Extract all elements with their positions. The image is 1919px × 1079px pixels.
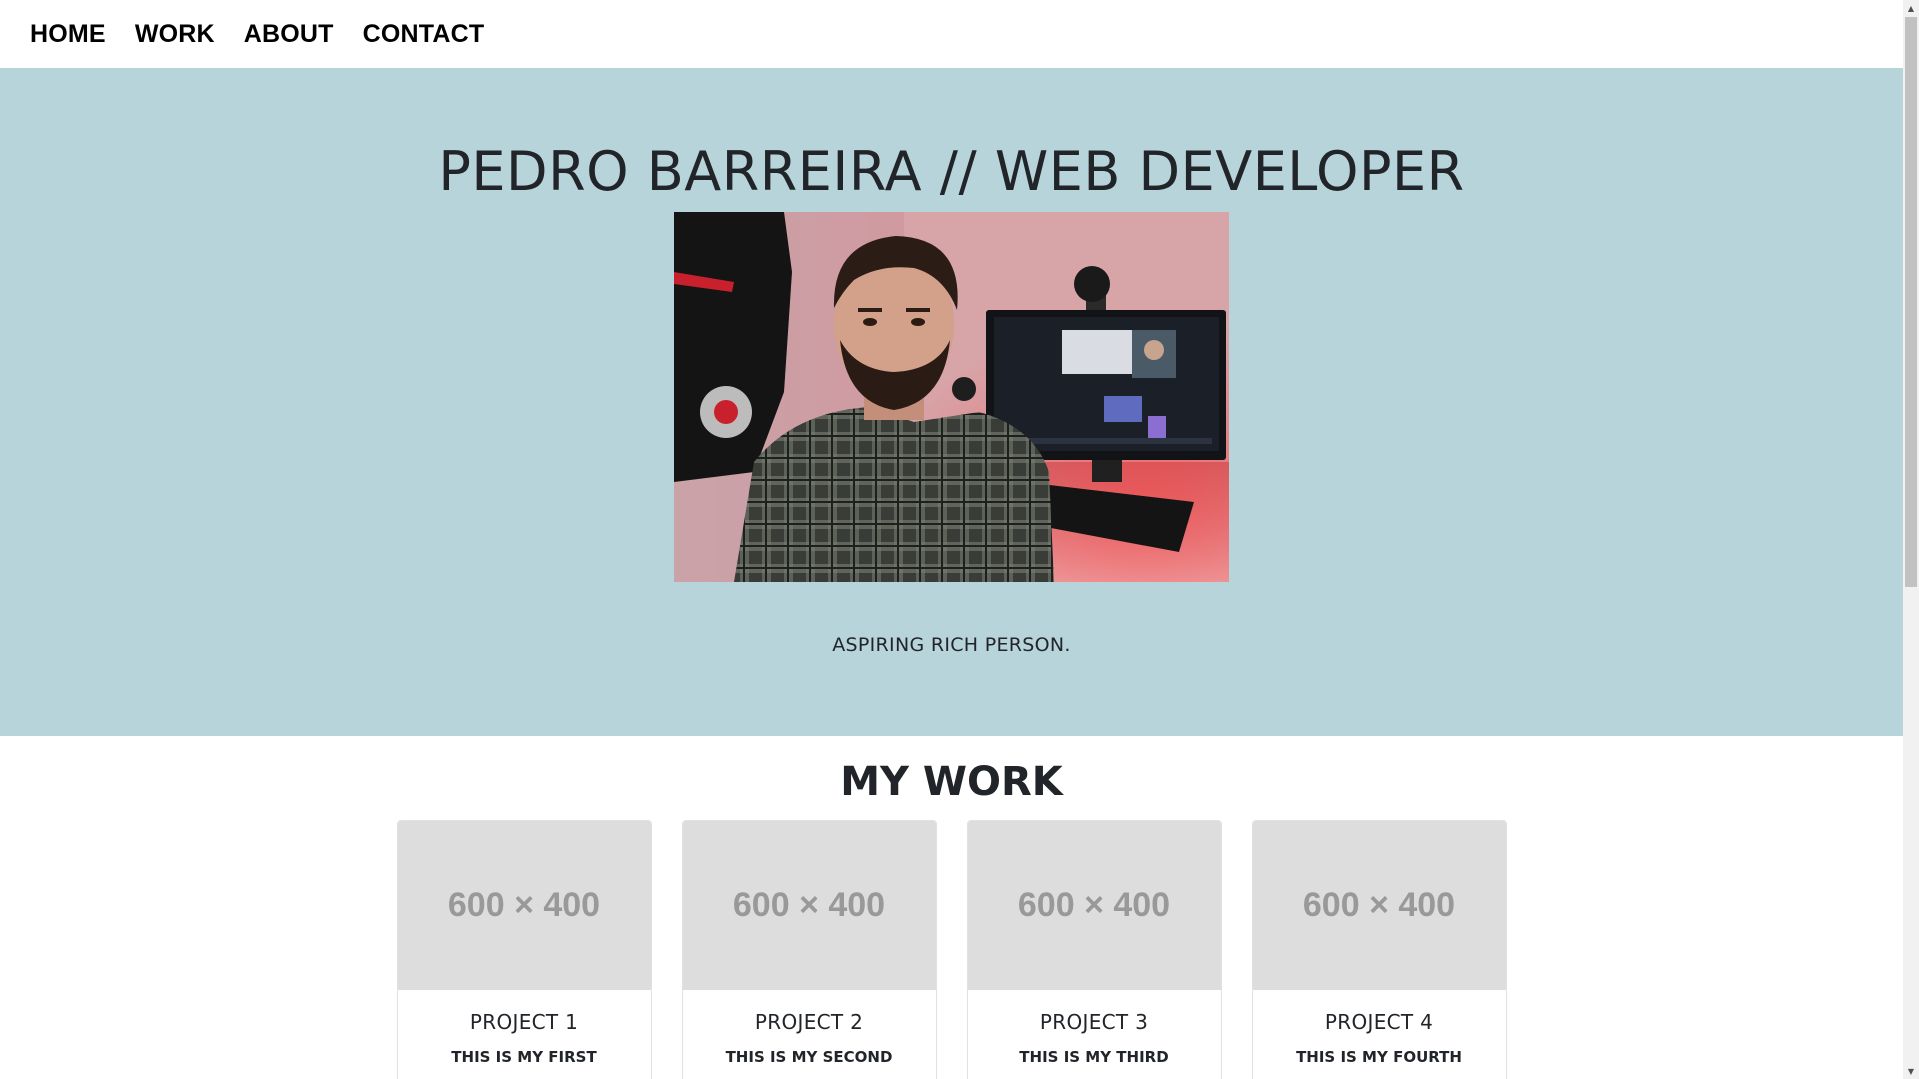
project-card-3[interactable]: 600 × 400 PROJECT 3 THIS IS MY THIRD [966,820,1222,1079]
scroll-up-arrow-icon[interactable]: ▲ [1903,0,1919,16]
project-card-4[interactable]: 600 × 400 PROJECT 4 THIS IS MY FOURTH [1251,820,1507,1079]
work-title: MY WORK [840,759,1063,805]
project-title: PROJECT 4 [1324,1010,1434,1034]
project-thumbnail: 600 × 400 [1252,821,1506,990]
scroll-down-arrow-icon[interactable]: ▼ [1903,1063,1919,1079]
nav-work-link[interactable]: WORK [135,20,215,49]
nav-contact-link[interactable]: CONTACT [363,20,485,49]
project-card-1[interactable]: 600 × 400 PROJECT 1 THIS IS MY FIRST [396,820,652,1079]
page: HOME WORK ABOUT CONTACT PEDRO BARREIRA /… [0,0,1903,1079]
nav-home-link[interactable]: HOME [30,20,106,49]
scrollbar-thumb[interactable] [1905,17,1917,587]
project-card-2[interactable]: 600 × 400 PROJECT 2 THIS IS MY SECOND [681,820,937,1079]
project-title: PROJECT 2 [754,1010,864,1034]
profile-photo [674,212,1229,582]
hero-tagline: ASPIRING RICH PERSON. [832,634,1071,656]
hero-section: PEDRO BARREIRA // WEB DEVELOPER ASPIRING… [0,68,1903,736]
project-description: THIS IS MY THIRD [1019,1048,1169,1066]
hero-title: PEDRO BARREIRA // WEB DEVELOPER [438,140,1465,203]
project-thumbnail: 600 × 400 [967,821,1221,990]
vertical-scrollbar[interactable]: ▲ ▼ [1903,0,1919,1079]
top-nav: HOME WORK ABOUT CONTACT [0,0,1903,68]
project-description: THIS IS MY FOURTH [1296,1048,1462,1066]
work-section: MY WORK 600 × 400 PROJECT 1 THIS IS MY F… [0,736,1903,1079]
project-cards: 600 × 400 PROJECT 1 THIS IS MY FIRST 600… [0,820,1903,1079]
project-title: PROJECT 3 [1039,1010,1149,1034]
project-description: THIS IS MY SECOND [725,1048,893,1066]
nav-about-link[interactable]: ABOUT [244,20,334,49]
project-thumbnail: 600 × 400 [397,821,651,990]
project-description: THIS IS MY FIRST [451,1048,597,1066]
project-title: PROJECT 1 [469,1010,579,1034]
project-thumbnail: 600 × 400 [682,821,936,990]
